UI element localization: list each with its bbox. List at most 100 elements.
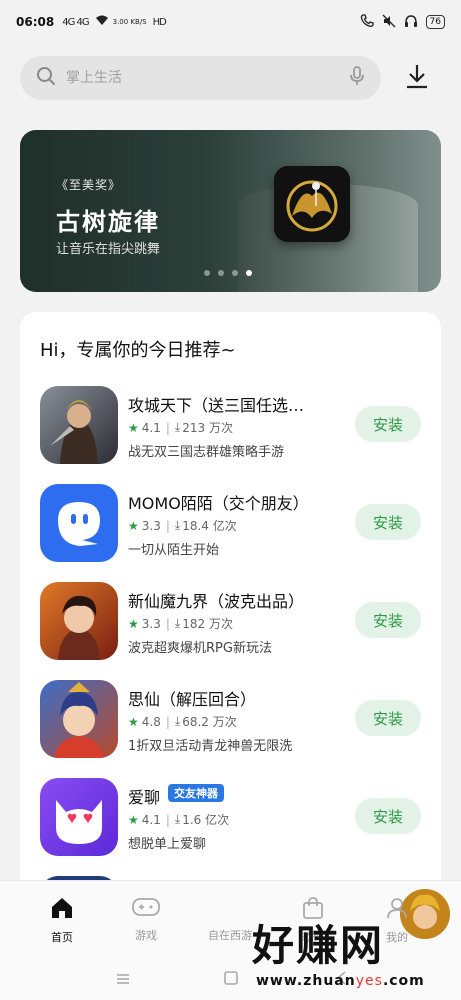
carousel-dot[interactable] (218, 270, 224, 276)
install-button[interactable]: 安装 (355, 602, 421, 638)
app-downloads: 213 万次 (182, 421, 233, 435)
back-icon[interactable] (336, 970, 348, 989)
menu-icon[interactable] (116, 970, 130, 989)
banner-award: 《至美奖》 (56, 178, 122, 192)
system-navigation-bar (0, 956, 461, 1000)
app-meta: ★ 3.3 | ⤓ 18.4 亿次 (128, 517, 237, 534)
home-icon (50, 897, 74, 923)
carousel-dot-active[interactable] (246, 270, 252, 276)
recommend-card: Hi，专属你的今日推荐~ 攻城天下（送三国任选… ★ 4.1 | ⤓ 213 万… (20, 312, 441, 912)
app-icon[interactable] (40, 778, 118, 856)
search-icon (36, 66, 56, 90)
headphone-icon (404, 14, 418, 31)
app-icon[interactable] (40, 582, 118, 660)
home-square-icon[interactable] (224, 970, 238, 989)
download-small-icon: ⤓ (174, 616, 181, 630)
carousel-dot[interactable] (204, 270, 210, 276)
app-name: 爱聊 (128, 788, 161, 807)
app-name: 新仙魔九界（波克出品） (128, 592, 305, 611)
star-icon: ★ (128, 518, 139, 533)
battery-icon: 76 (425, 15, 445, 29)
featured-banner[interactable]: 《至美奖》 古树旋律 让音乐在指尖跳舞 (20, 130, 441, 292)
app-downloads: 1.6 亿次 (182, 813, 230, 827)
bag-icon (302, 897, 324, 923)
divider: | (165, 420, 170, 435)
tab-featured-game[interactable]: 自在西游 (195, 889, 450, 943)
app-name: MOMO陌陌（交个朋友） (128, 494, 309, 513)
signal-icon: 4G 4G (62, 16, 89, 28)
app-description: 波克超爽爆机RPG新玩法 (128, 641, 272, 656)
download-small-icon: ⤓ (174, 518, 181, 532)
search-bar (20, 56, 441, 100)
app-name: 思仙（解压回合） (128, 690, 257, 709)
list-item[interactable]: MOMO陌陌（交个朋友） ★ 3.3 | ⤓ 18.4 亿次 一切从陌生开始 安… (40, 484, 421, 564)
gamepad-icon (132, 897, 160, 921)
tab-home-label: 首页 (51, 931, 73, 944)
divider: | (165, 714, 170, 729)
divider: | (165, 812, 170, 827)
list-item[interactable]: 攻城天下（送三国任选… ★ 4.1 | ⤓ 213 万次 战无双三国志群雄策略手… (40, 386, 421, 466)
tab-store[interactable]: 软件 (278, 897, 348, 945)
app-downloads: 68.2 万次 (182, 715, 237, 729)
download-small-icon: ⤓ (174, 420, 181, 434)
status-bar: 06:08 4G 4G 3.00 KB/S HD 76 (0, 0, 461, 44)
star-icon: ★ (128, 714, 139, 729)
app-description: 1折双旦活动青龙神兽无限洗 (128, 739, 293, 754)
clock: 06:08 (16, 15, 55, 29)
app-icon[interactable] (40, 386, 118, 464)
app-tag-badge: 交友神器 (168, 784, 224, 802)
download-icon (405, 63, 429, 93)
app-rating: 3.3 (141, 616, 161, 631)
banner-game-icon[interactable] (274, 166, 350, 242)
app-meta: ★ 4.1 | ⤓ 213 万次 (128, 419, 233, 436)
app-rating: 4.1 (141, 812, 161, 827)
install-button[interactable]: 安装 (355, 504, 421, 540)
download-small-icon: ⤓ (174, 714, 181, 728)
hd-badge: HD (152, 16, 167, 28)
call-icon (360, 13, 374, 31)
search-input[interactable] (66, 70, 349, 86)
app-meta: ★ 4.1 | ⤓ 1.6 亿次 (128, 811, 229, 828)
tab-me[interactable]: 我的 (362, 897, 432, 945)
download-small-icon: ⤓ (174, 812, 181, 826)
mute-icon (382, 14, 396, 31)
tab-store-label: 软件 (302, 931, 324, 944)
app-icon[interactable] (40, 680, 118, 758)
star-icon: ★ (128, 420, 139, 435)
search-field[interactable] (20, 56, 381, 100)
app-description: 想脱单上爱聊 (128, 837, 207, 852)
app-icon[interactable] (40, 484, 118, 562)
user-icon (386, 897, 408, 923)
tab-featured-game-label: 自在西游 (208, 929, 252, 942)
carousel-indicator (204, 270, 252, 276)
app-downloads: 18.4 亿次 (182, 519, 237, 533)
banner-subtitle: 让音乐在指尖跳舞 (56, 242, 161, 257)
list-item[interactable]: 新仙魔九界（波克出品） ★ 3.3 | ⤓ 182 万次 波克超爽爆机RPG新玩… (40, 582, 421, 662)
install-button[interactable]: 安装 (355, 406, 421, 442)
app-downloads: 182 万次 (182, 617, 233, 631)
tab-games[interactable]: 游戏 (111, 897, 181, 943)
app-description: 一切从陌生开始 (128, 543, 220, 558)
divider: | (165, 518, 170, 533)
download-button[interactable] (395, 56, 439, 100)
app-meta: ★ 3.3 | ⤓ 182 万次 (128, 615, 233, 632)
list-item[interactable]: 思仙（解压回合） ★ 4.8 | ⤓ 68.2 万次 1折双旦活动青龙神兽无限洗… (40, 680, 421, 760)
net-speed: 3.00 KB/S (112, 18, 147, 26)
install-button[interactable]: 安装 (355, 798, 421, 834)
app-meta: ★ 4.8 | ⤓ 68.2 万次 (128, 713, 237, 730)
install-button[interactable]: 安装 (355, 700, 421, 736)
star-icon: ★ (128, 812, 139, 827)
tab-games-label: 游戏 (135, 929, 157, 942)
banner-title: 古树旋律 (56, 208, 160, 236)
carousel-dot[interactable] (232, 270, 238, 276)
app-rating: 4.1 (141, 420, 161, 435)
divider: | (165, 616, 170, 631)
star-icon: ★ (128, 616, 139, 631)
app-description: 战无双三国志群雄策略手游 (128, 445, 285, 460)
wifi-icon (95, 15, 109, 29)
app-name: 攻城天下（送三国任选… (128, 396, 305, 415)
list-item[interactable]: 爱聊 交友神器 ★ 4.1 | ⤓ 1.6 亿次 想脱单上爱聊 安装 (40, 778, 421, 858)
tab-home[interactable]: 首页 (27, 897, 97, 945)
app-rating: 4.8 (141, 714, 161, 729)
microphone-icon[interactable] (349, 66, 365, 90)
